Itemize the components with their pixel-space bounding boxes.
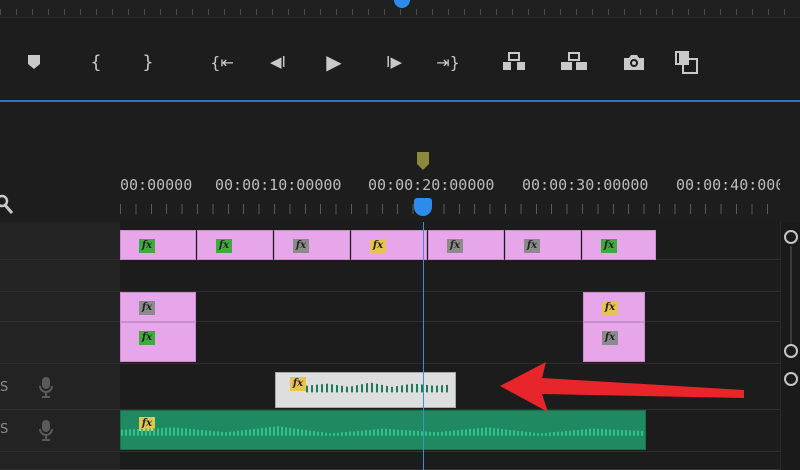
fx-badge: fx — [447, 239, 463, 253]
fx-badge: fx — [139, 301, 155, 315]
transport-toolbar: { } {⇤ ◀I ▶ I▶ ⇥} — [0, 22, 800, 102]
video-clip[interactable]: fx — [428, 230, 504, 260]
track-label: S — [0, 422, 9, 437]
fx-badge: fx — [139, 331, 155, 345]
track-header-a3[interactable] — [0, 452, 120, 470]
audio-clip-selected[interactable]: fx — [275, 372, 456, 408]
comparison-view-icon — [675, 51, 698, 74]
go-to-out-button[interactable]: ⇥} — [430, 49, 466, 75]
playhead-line[interactable] — [423, 222, 424, 470]
play-button[interactable]: ▶ — [320, 49, 348, 75]
fx-badge: fx — [601, 239, 617, 253]
fx-badge: fx — [139, 239, 155, 253]
step-back-button[interactable]: ◀I — [264, 49, 292, 75]
mark-out-button[interactable]: } — [134, 49, 162, 75]
scrollbar-handle-bottom[interactable] — [784, 344, 798, 358]
fx-badge: fx — [524, 239, 540, 253]
extract-button[interactable] — [560, 49, 588, 75]
fx-badge: fx — [602, 301, 618, 315]
timecode-label: 00:00:30:00000 — [522, 176, 649, 194]
annotation-arrow-icon — [500, 362, 744, 412]
track-lane-a3[interactable] — [120, 452, 780, 470]
audio-waveform — [121, 426, 645, 436]
track-lane-v1b[interactable] — [120, 322, 780, 364]
mark-in-button[interactable]: { — [82, 49, 110, 75]
mark-out-icon: } — [142, 51, 154, 73]
go-to-out-icon: ⇥} — [436, 52, 460, 72]
scrollbar-track[interactable] — [790, 246, 792, 344]
step-back-icon: ◀I — [270, 53, 286, 71]
comparison-view-button[interactable] — [672, 49, 700, 75]
vertical-scrollbar[interactable] — [780, 222, 800, 470]
camera-icon — [624, 55, 644, 70]
extract-icon — [561, 52, 587, 70]
audio-clip[interactable]: fx — [120, 410, 646, 450]
step-forward-icon: I▶ — [386, 53, 402, 71]
track-header-a1[interactable]: S — [0, 364, 120, 410]
scrollbar-handle-top[interactable] — [784, 372, 798, 386]
top-scrubber[interactable] — [0, 0, 800, 18]
timeline-tracks: S S fx fx fx fx fx fx fx fx fx fx fx fx … — [0, 222, 800, 470]
fx-badge: fx — [290, 377, 306, 391]
lift-icon — [503, 52, 525, 70]
lift-button[interactable] — [500, 49, 528, 75]
export-frame-button[interactable] — [620, 49, 648, 75]
video-clip[interactable]: fx — [583, 292, 645, 322]
fx-badge: fx — [216, 239, 232, 253]
timecode-label: 00:00000 — [120, 176, 193, 194]
microphone-icon[interactable] — [38, 419, 54, 441]
timecode-label: 00:00:10:00000 — [215, 176, 342, 194]
playhead-handle[interactable] — [414, 198, 432, 216]
sequence-marker-icon[interactable] — [417, 152, 429, 172]
play-icon: ▶ — [326, 50, 342, 74]
top-playhead-handle[interactable] — [394, 0, 410, 8]
video-clip[interactable]: fx — [351, 230, 427, 260]
audio-waveform — [306, 382, 449, 393]
track-header-v2[interactable] — [0, 260, 120, 292]
track-lane-v1a[interactable] — [120, 292, 780, 322]
timecode-label: 00:00:40:00000 — [676, 176, 780, 194]
fx-badge: fx — [293, 239, 309, 253]
video-clip[interactable]: fx — [197, 230, 273, 260]
scrollbar-handle-top[interactable] — [784, 230, 798, 244]
step-forward-button[interactable]: I▶ — [380, 49, 408, 75]
marker-icon — [28, 55, 40, 69]
go-to-in-icon: {⇤ — [210, 52, 234, 72]
video-clip[interactable]: fx — [120, 230, 196, 260]
fx-badge: fx — [370, 239, 386, 253]
video-clip[interactable]: fx — [583, 322, 645, 362]
video-clip[interactable]: fx — [505, 230, 581, 260]
microphone-icon[interactable] — [38, 376, 54, 398]
video-clip[interactable]: fx — [120, 322, 196, 362]
track-header-a2[interactable]: S — [0, 410, 120, 452]
timeline-ruler[interactable]: 00:00000 00:00:10:00000 00:00:20:00000 0… — [0, 152, 800, 222]
search-icon[interactable] — [0, 194, 14, 216]
track-label: S — [0, 380, 9, 395]
panel-gap — [0, 102, 800, 152]
add-marker-button[interactable] — [20, 49, 48, 75]
scrubber-ticks — [0, 9, 800, 15]
track-lane-v2[interactable] — [120, 260, 780, 292]
timecode-label: 00:00:20:00000 — [368, 176, 495, 194]
track-header-v3[interactable] — [0, 222, 120, 260]
video-clip[interactable]: fx — [582, 230, 656, 260]
ruler-ticks — [120, 204, 780, 214]
video-clip[interactable]: fx — [120, 292, 196, 322]
video-clip[interactable]: fx — [274, 230, 350, 260]
mark-in-icon: { — [90, 51, 102, 73]
go-to-in-button[interactable]: {⇤ — [204, 49, 240, 75]
track-header-v1a[interactable] — [0, 292, 120, 322]
fx-badge: fx — [602, 331, 618, 345]
track-header-v1b[interactable] — [0, 322, 120, 364]
